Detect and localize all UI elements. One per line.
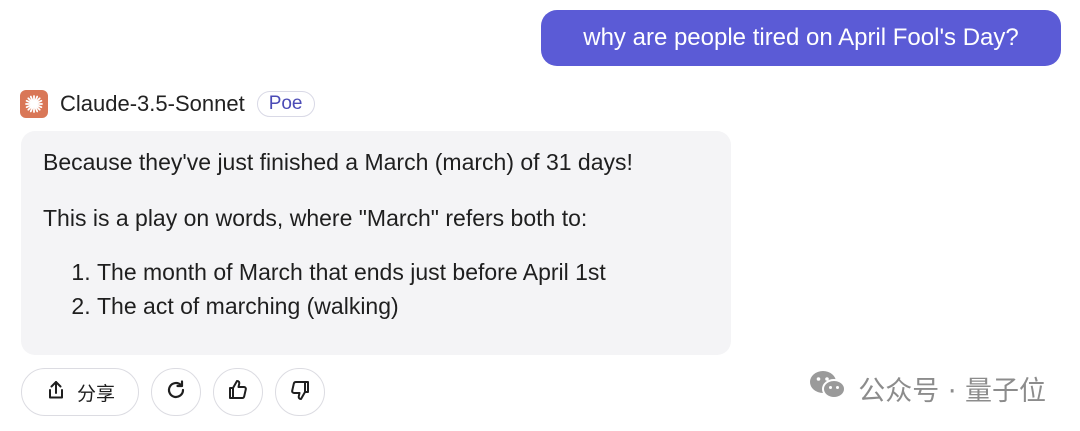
poe-badge: Poe xyxy=(256,91,315,117)
thumbs-down-icon xyxy=(288,378,312,407)
user-message-bubble: why are people tired on April Fool's Day… xyxy=(541,10,1061,66)
bot-name[interactable]: Claude-3.5-Sonnet xyxy=(60,91,245,117)
watermark: 公众号 · 量子位 xyxy=(808,368,1046,408)
watermark-text: 公众号 · 量子位 xyxy=(858,375,1046,407)
user-message-text: why are people tired on April Fool's Day… xyxy=(583,24,1019,51)
thumbs-up-icon xyxy=(226,378,250,407)
like-button[interactable] xyxy=(213,368,263,416)
bot-response-bubble: Because they've just finished a March (m… xyxy=(21,131,731,355)
message-actions: 分享 xyxy=(21,367,325,417)
dislike-button[interactable] xyxy=(275,368,325,416)
response-paragraph-2: This is a play on words, where "March" r… xyxy=(43,205,588,231)
share-icon xyxy=(45,379,67,406)
response-paragraph-1: Because they've just finished a March (m… xyxy=(43,149,633,175)
share-button[interactable]: 分享 xyxy=(21,368,139,416)
bot-header: Claude-3.5-Sonnet Poe xyxy=(20,89,315,119)
retry-button[interactable] xyxy=(151,368,201,416)
share-label: 分享 xyxy=(76,382,115,405)
retry-icon xyxy=(164,378,188,407)
claude-sparkle-icon xyxy=(20,90,48,118)
wechat-icon xyxy=(808,368,848,409)
response-list: The month of March that ends just before… xyxy=(43,255,709,323)
list-item: The act of marching (walking) xyxy=(97,289,709,323)
list-item: The month of March that ends just before… xyxy=(97,255,709,289)
